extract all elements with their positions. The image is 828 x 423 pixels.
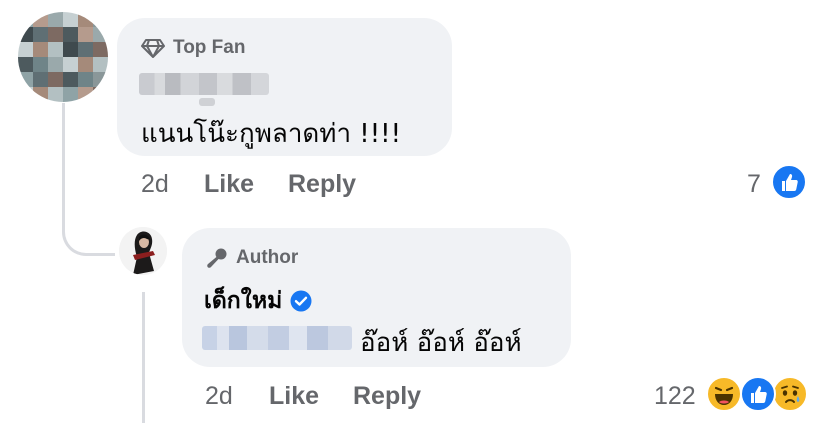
badge-label: Author xyxy=(236,247,299,268)
mention-redacted[interactable] xyxy=(202,326,352,350)
like-icon xyxy=(771,164,807,200)
author-avatar[interactable] xyxy=(119,227,167,275)
comment-like-button[interactable]: Like xyxy=(204,170,254,199)
redaction-fragment xyxy=(199,98,215,106)
thread-line-reply xyxy=(142,292,145,423)
reply-bubble: Author เด็กใหม่ อ๊อห์ อ๊อห์ อ๊อห์ xyxy=(182,228,571,367)
author-name-row: เด็กใหม่ xyxy=(204,283,312,319)
verified-badge-icon xyxy=(290,290,312,312)
reply-text: อ๊อห์ อ๊อห์ อ๊อห์ xyxy=(360,328,522,358)
badge-label: Top Fan xyxy=(173,37,246,58)
author-badge[interactable]: Author xyxy=(206,247,298,269)
comment-timestamp[interactable]: 2d xyxy=(141,170,169,199)
reply-like-button[interactable]: Like xyxy=(269,382,319,411)
diamond-icon xyxy=(141,39,165,58)
haha-icon xyxy=(706,376,742,412)
comment-reaction-count[interactable]: 7 xyxy=(747,170,761,199)
comment-reply-button[interactable]: Reply xyxy=(288,170,356,199)
reply-reply-button[interactable]: Reply xyxy=(353,382,421,411)
comment-bubble: Top Fan แนนโน๊ะกูพลาดท่า !!!! xyxy=(117,18,452,156)
commenter-avatar[interactable] xyxy=(18,12,108,102)
thread-line-main xyxy=(62,103,115,256)
top-fan-badge[interactable]: Top Fan xyxy=(141,37,245,59)
sad-icon xyxy=(772,376,808,412)
microphone-icon xyxy=(207,248,227,268)
reply-reaction-count[interactable]: 122 xyxy=(654,382,696,411)
like-icon xyxy=(740,376,776,412)
comment-text: แนนโน๊ะกูพลาดท่า !!!! xyxy=(141,119,401,149)
reply-timestamp[interactable]: 2d xyxy=(205,382,233,411)
commenter-name-redacted[interactable] xyxy=(139,73,269,95)
author-name[interactable]: เด็กใหม่ xyxy=(204,283,282,319)
